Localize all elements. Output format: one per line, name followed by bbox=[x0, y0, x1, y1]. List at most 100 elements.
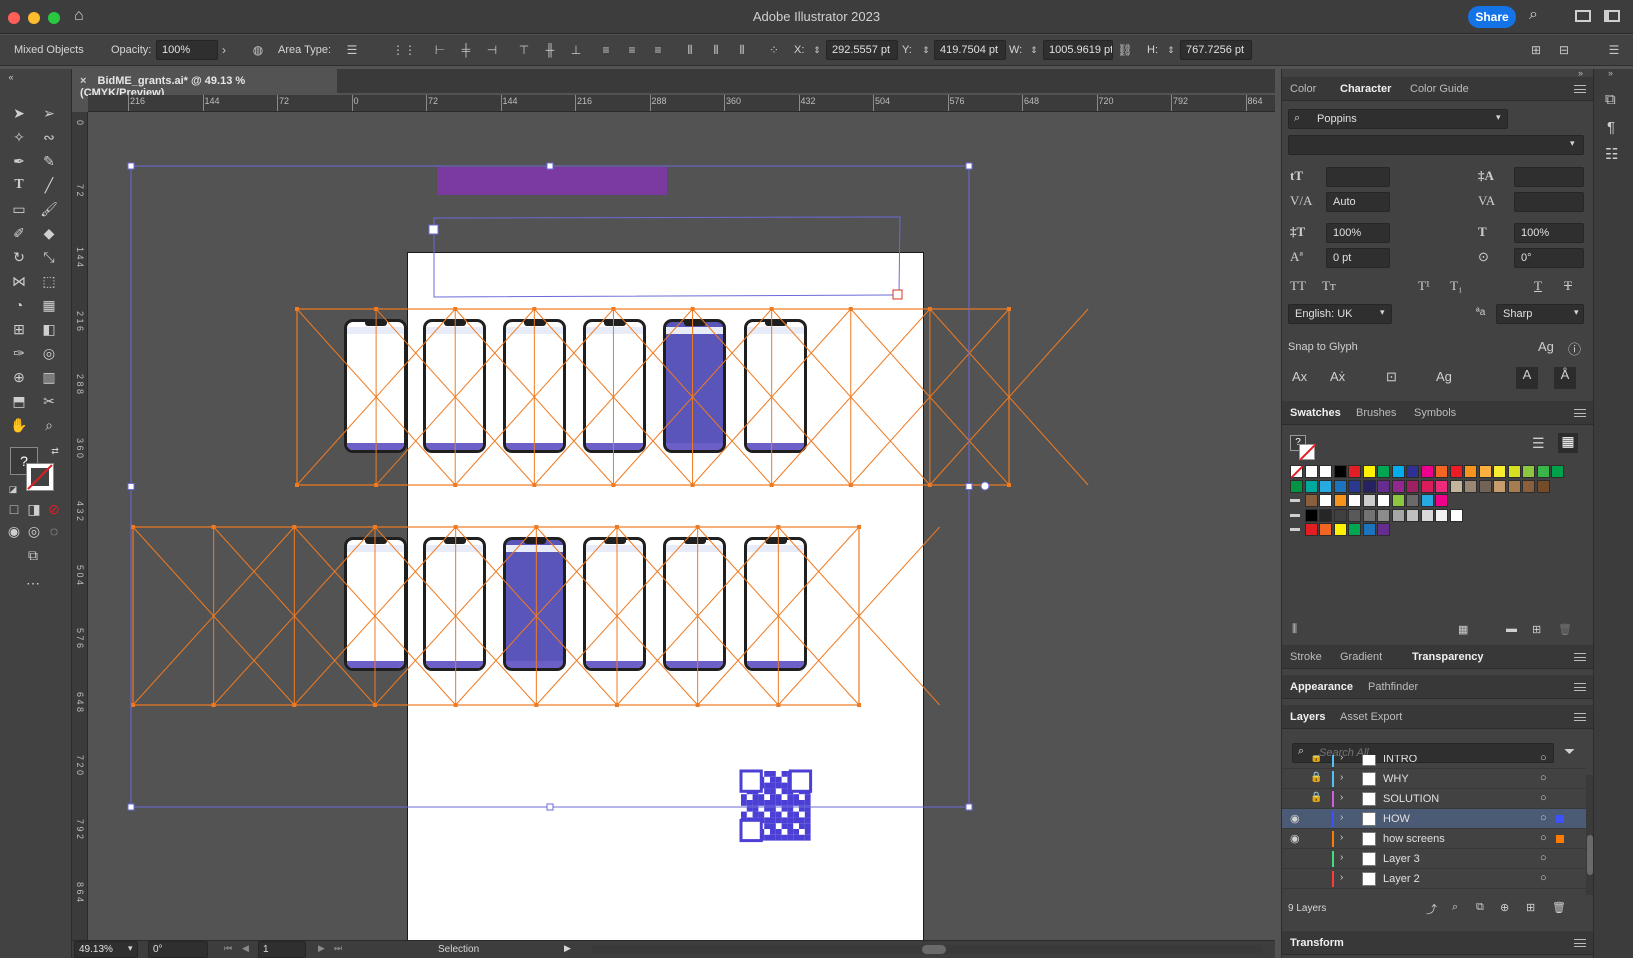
slice-tool-icon[interactable]: ✂ bbox=[38, 391, 60, 411]
color-swatch[interactable] bbox=[1362, 508, 1376, 522]
color-swatch[interactable] bbox=[1333, 523, 1347, 536]
shape-builder-tool-icon[interactable]: ◔ bbox=[8, 295, 30, 315]
color-swatch[interactable] bbox=[1406, 465, 1419, 478]
list-view-icon[interactable]: ☰ bbox=[1532, 435, 1545, 452]
color-swatch[interactable] bbox=[1507, 479, 1521, 493]
y-stepper-icon[interactable]: ⇕ bbox=[918, 43, 934, 57]
expand-layer-icon[interactable]: › bbox=[1340, 812, 1343, 823]
snap-glyph-bounds-icon[interactable]: ⊡ bbox=[1386, 369, 1397, 385]
locate-object-icon[interactable]: ⌕ bbox=[1452, 901, 1458, 914]
layers-panel-menu-icon[interactable] bbox=[1574, 713, 1586, 721]
color-swatch[interactable] bbox=[1551, 465, 1564, 478]
column-graph-tool-icon[interactable]: ▥ bbox=[38, 367, 60, 387]
color-swatch[interactable] bbox=[1362, 494, 1376, 507]
rotation-select[interactable]: 0° bbox=[148, 941, 208, 958]
snap-anchor-point-icon[interactable]: Å bbox=[1554, 367, 1576, 389]
rectangle-tool-icon[interactable]: ▭ bbox=[8, 199, 30, 219]
h-stepper-icon[interactable]: ⇕ bbox=[1163, 43, 1179, 57]
control-bar-menu-icon[interactable]: ☰ bbox=[1606, 43, 1622, 57]
expand-layer-icon[interactable]: › bbox=[1340, 772, 1343, 783]
color-swatch[interactable] bbox=[1333, 508, 1347, 522]
collapse-toolbar-icon[interactable]: « bbox=[0, 67, 22, 87]
current-tool-label[interactable]: Selection bbox=[438, 944, 479, 955]
vertical-ruler[interactable]: 0 7 2 1 4 4 2 1 6 2 8 8 3 6 0 4 3 2 5 0 4 5 7 6 6… bbox=[72, 112, 88, 940]
color-swatch[interactable] bbox=[1290, 479, 1303, 493]
lock-toggle[interactable] bbox=[1310, 812, 1322, 826]
visibility-toggle[interactable] bbox=[1290, 755, 1304, 766]
tab-swatches[interactable]: Swatches bbox=[1290, 407, 1341, 419]
swatches-panel-menu-icon[interactable] bbox=[1574, 409, 1586, 417]
color-swatch[interactable] bbox=[1435, 508, 1448, 522]
canvas[interactable] bbox=[89, 113, 1263, 940]
properties-icon[interactable]: ☷ bbox=[1605, 145, 1618, 163]
expand-layer-icon[interactable]: › bbox=[1340, 792, 1343, 803]
color-swatch[interactable] bbox=[1377, 523, 1390, 536]
color-swatch[interactable] bbox=[1420, 494, 1434, 507]
close-tab-icon[interactable]: × bbox=[80, 75, 86, 87]
character-panel-menu-icon[interactable] bbox=[1574, 85, 1586, 93]
color-swatch[interactable] bbox=[1377, 479, 1390, 493]
anti-aliasing-select[interactable]: Sharp bbox=[1496, 304, 1584, 324]
hand-tool-icon[interactable]: ✋ bbox=[8, 415, 30, 435]
scale-tool-icon[interactable]: ⤡ bbox=[38, 247, 60, 267]
shaper-tool-icon[interactable]: ✐ bbox=[8, 223, 30, 243]
align-horizontal-center-icon[interactable]: ╪ bbox=[458, 43, 474, 57]
font-size-input[interactable] bbox=[1326, 167, 1390, 187]
color-swatch[interactable] bbox=[1377, 465, 1390, 478]
color-swatch[interactable] bbox=[1333, 479, 1347, 493]
distribute-right-icon[interactable]: ⫴ bbox=[734, 43, 750, 57]
artboard-tool-icon[interactable]: ⬒ bbox=[8, 391, 30, 411]
color-swatch[interactable] bbox=[1362, 479, 1376, 493]
align-left-icon[interactable]: ⊢ bbox=[432, 43, 448, 57]
color-swatch[interactable] bbox=[1319, 494, 1332, 507]
color-swatch[interactable] bbox=[1348, 465, 1361, 478]
gradient-mode-icon[interactable]: ◨ bbox=[23, 499, 45, 519]
align-top-icon[interactable]: ⊤ bbox=[516, 43, 532, 57]
tab-color[interactable]: Color bbox=[1290, 83, 1316, 95]
all-caps-icon[interactable]: TT bbox=[1290, 278, 1306, 294]
leading-input[interactable] bbox=[1514, 167, 1584, 187]
font-style-input[interactable] bbox=[1288, 135, 1584, 155]
tab-character[interactable]: Character bbox=[1340, 83, 1391, 95]
tab-symbols[interactable]: Symbols bbox=[1414, 407, 1456, 419]
snap-baseline-icon[interactable]: Ax bbox=[1292, 369, 1307, 384]
workspace-switcher-icon[interactable] bbox=[1604, 10, 1620, 22]
color-swatch[interactable] bbox=[1319, 523, 1332, 536]
color-swatch[interactable] bbox=[1304, 494, 1318, 507]
font-style-chevron-icon[interactable]: ▾ bbox=[1570, 138, 1575, 149]
magic-wand-tool-icon[interactable]: ✧ bbox=[8, 127, 30, 147]
transparency-panel-menu-icon[interactable] bbox=[1574, 653, 1586, 661]
w-stepper-icon[interactable]: ⇕ bbox=[1026, 43, 1042, 57]
tab-transparency[interactable]: Transparency bbox=[1412, 651, 1484, 663]
status-menu-icon[interactable]: ▶ bbox=[564, 943, 571, 954]
new-color-group-icon[interactable]: ▦ bbox=[1458, 623, 1468, 636]
horizontal-scrollbar[interactable] bbox=[592, 945, 1262, 954]
lock-icon[interactable]: 🔒 bbox=[1310, 772, 1322, 783]
share-button[interactable]: Share bbox=[1468, 6, 1516, 28]
tab-color-guide[interactable]: Color Guide bbox=[1410, 83, 1469, 95]
swap-fill-stroke-icon[interactable]: ⇄ bbox=[44, 441, 66, 461]
appearance-panel-menu-icon[interactable] bbox=[1574, 683, 1586, 691]
color-swatch[interactable] bbox=[1449, 479, 1463, 493]
swatch-libraries-icon[interactable]: ⫼ bbox=[1292, 623, 1297, 636]
info-icon[interactable]: ⓘ bbox=[1568, 339, 1581, 358]
target-icon[interactable]: ○ bbox=[1540, 812, 1547, 824]
expand-layer-icon[interactable]: › bbox=[1340, 872, 1343, 883]
line-segment-tool-icon[interactable]: ╱ bbox=[38, 175, 60, 195]
color-swatch[interactable] bbox=[1435, 494, 1448, 507]
swatch-fill-stroke-icon[interactable]: ? bbox=[1290, 435, 1317, 461]
strikethrough-icon[interactable]: T bbox=[1564, 278, 1572, 294]
color-swatch[interactable] bbox=[1536, 465, 1550, 478]
transform-panel-header[interactable]: Transform bbox=[1282, 931, 1594, 955]
expand-layer-icon[interactable]: › bbox=[1340, 755, 1343, 763]
eye-icon[interactable]: ◉ bbox=[1290, 832, 1300, 845]
gradient-tool-icon[interactable]: ◧ bbox=[38, 319, 60, 339]
selection-tool-icon[interactable]: ➤ bbox=[8, 103, 30, 123]
delete-swatch-icon[interactable]: 🗑 bbox=[1558, 623, 1572, 636]
glyph-guides-icon[interactable]: Ag bbox=[1538, 339, 1554, 354]
zoom-tool-icon[interactable]: ⌕ bbox=[38, 415, 60, 435]
snap-proximity-guides-icon[interactable]: Ag bbox=[1436, 369, 1452, 384]
visibility-toggle[interactable] bbox=[1290, 872, 1304, 886]
color-swatch[interactable] bbox=[1420, 479, 1434, 493]
width-tool-icon[interactable]: ⋈ bbox=[8, 271, 30, 291]
